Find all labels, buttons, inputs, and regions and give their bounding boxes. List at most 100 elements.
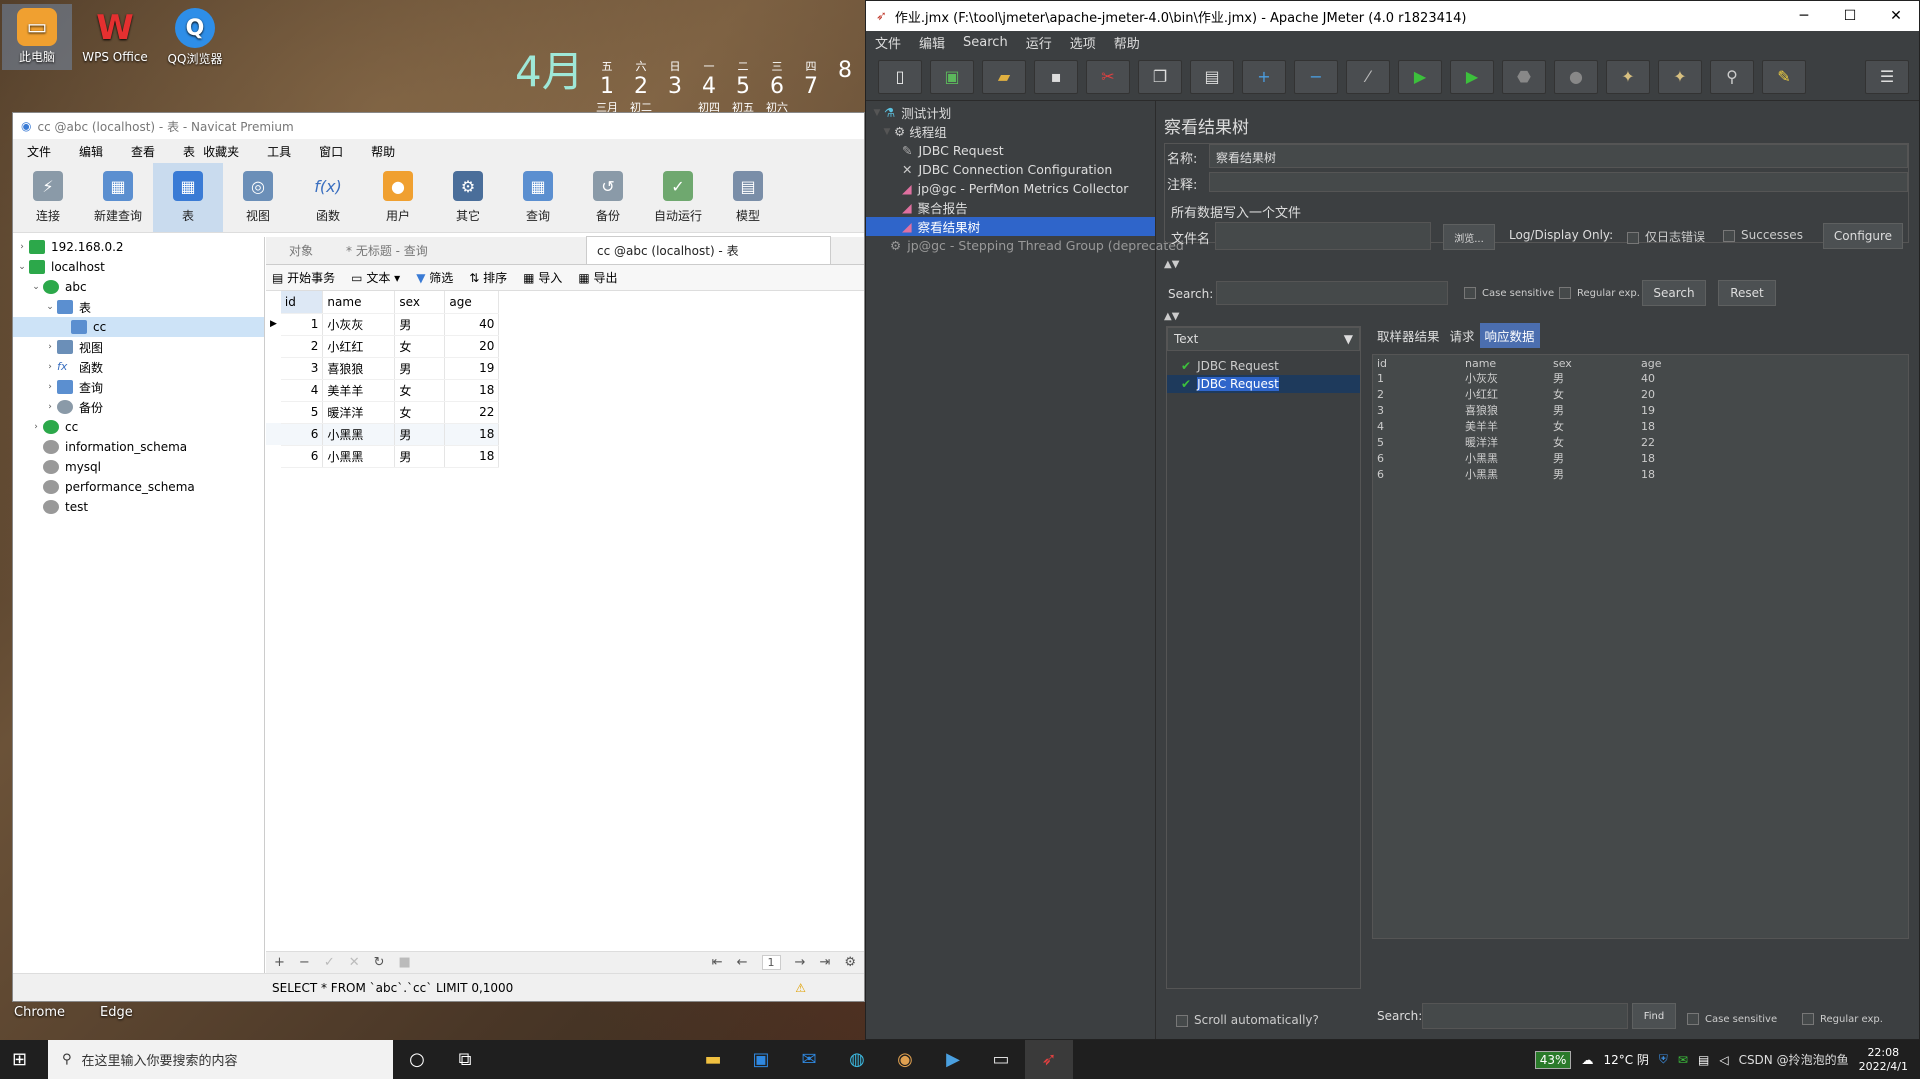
table-row[interactable]: 3 喜狼狼男 19 xyxy=(266,357,500,380)
new-query-button[interactable]: ▦ 新建查询 xyxy=(83,163,153,232)
stop-icon[interactable]: ⬣ xyxy=(1502,59,1546,94)
table-row[interactable]: 6 小黑黑男 18 xyxy=(266,445,500,468)
split-arrows-icon[interactable]: ▲▼ xyxy=(1164,311,1179,322)
start-icon[interactable]: ▶ xyxy=(1398,59,1442,94)
store-icon[interactable]: ▣ xyxy=(737,1040,785,1079)
comment-field[interactable] xyxy=(1209,172,1908,192)
tab-table-cc[interactable]: cc @abc (localhost) - 表 xyxy=(586,236,831,264)
search-field[interactable] xyxy=(1216,281,1448,305)
clear-icon[interactable]: ✦ xyxy=(1606,59,1650,94)
warning-icon[interactable]: ⚠ xyxy=(795,981,806,995)
templates-icon[interactable]: ▣ xyxy=(930,59,974,94)
add-record-icon[interactable]: + xyxy=(274,955,285,970)
response-data-text[interactable]: id name sex age 1 小灰灰男 40 2 小红红女 20 3 喜狼狼男 19 4 美羊… xyxy=(1372,354,1909,939)
delete-record-icon[interactable]: − xyxy=(299,955,310,970)
find-button[interactable]: Find xyxy=(1632,1003,1676,1029)
tree-item-stepping-thread-group[interactable]: ⚙ jp@gc - Stepping Thread Group (deprecat… xyxy=(866,236,1184,255)
task-view-icon[interactable]: ⧉ xyxy=(441,1040,489,1079)
tree-item-database[interactable]: › cc xyxy=(13,417,264,437)
regex-checkbox[interactable]: Regular exp. xyxy=(1559,287,1640,299)
mail-icon[interactable]: ✉ xyxy=(785,1040,833,1079)
tree-item-aggregate-report[interactable]: ◢ 聚合报告 xyxy=(866,198,1155,217)
views-button[interactable]: ◎ 视图 xyxy=(223,163,293,232)
tree-item-connection[interactable]: ⌄ localhost xyxy=(13,257,264,277)
tree-item-queries[interactable]: › 查询 xyxy=(13,377,264,397)
configure-button[interactable]: Configure xyxy=(1823,223,1903,249)
tree-item-database[interactable]: performance_schema xyxy=(13,477,264,497)
tree-item-database[interactable]: mysql xyxy=(13,457,264,477)
sample-item-selected[interactable]: ✔ JDBC Request xyxy=(1167,375,1360,393)
tree-item-view-results-tree[interactable]: ◢ 察看结果树 xyxy=(866,217,1155,236)
text-button[interactable]: ▭ 文本 ▾ xyxy=(351,269,400,286)
collapse-icon[interactable]: − xyxy=(1294,59,1338,94)
menu-help[interactable]: 帮助 xyxy=(357,143,409,160)
import-button[interactable]: ▦ 导入 xyxy=(523,269,562,286)
refresh-icon[interactable]: ↻ xyxy=(374,955,385,970)
toggle-icon[interactable]: ⁄ xyxy=(1346,59,1390,94)
menu-table[interactable]: 表 xyxy=(169,143,199,160)
maximize-icon[interactable]: ☐ xyxy=(1827,8,1873,24)
tab-objects[interactable]: 对象 xyxy=(266,237,336,264)
paste-icon[interactable]: ▤ xyxy=(1190,59,1234,94)
queries-button[interactable]: ▦ 查询 xyxy=(503,163,573,232)
wechat-icon[interactable]: ✉ xyxy=(1678,1053,1688,1067)
save-icon[interactable]: ▪ xyxy=(1034,59,1078,94)
tab-untitled-query[interactable]: * 无标题 - 查询 xyxy=(336,237,586,264)
wps-office-icon[interactable]: W WPS Office xyxy=(80,8,150,64)
jmeter-task-icon[interactable]: ➶ xyxy=(1025,1040,1073,1079)
cortana-icon[interactable]: ○ xyxy=(393,1040,441,1079)
clock[interactable]: 22:08 2022/4/1 xyxy=(1859,1046,1908,1074)
tree-item-connection[interactable]: › 192.168.0.2 xyxy=(13,237,264,257)
name-field[interactable]: 察看结果树 xyxy=(1209,144,1908,168)
bottom-case-checkbox[interactable]: Case sensitive xyxy=(1687,1013,1777,1025)
apply-icon[interactable]: ✓ xyxy=(324,955,335,970)
scroll-auto-checkbox[interactable]: Scroll automatically? xyxy=(1176,1013,1319,1027)
network-icon[interactable]: ▤ xyxy=(1698,1053,1709,1067)
qq-browser-icon[interactable]: Q QQ浏览器 xyxy=(160,8,230,67)
ide-icon[interactable]: ▶ xyxy=(929,1040,977,1079)
table-row[interactable]: 5 暖洋洋女 22 xyxy=(266,401,500,424)
bottom-regex-checkbox[interactable]: Regular exp. xyxy=(1802,1013,1883,1025)
menu-help[interactable]: 帮助 xyxy=(1105,33,1149,52)
chrome-desktop-label[interactable]: Chrome xyxy=(14,1005,65,1020)
next-page-icon[interactable]: → xyxy=(795,955,806,970)
tables-button[interactable]: ▦ 表 xyxy=(153,163,223,232)
filename-field[interactable] xyxy=(1215,222,1431,250)
menu-window[interactable]: 窗口 xyxy=(305,143,357,160)
tree-item-functions[interactable]: › fx 函数 xyxy=(13,357,264,377)
split-arrows-icon[interactable]: ▲▼ xyxy=(1164,259,1179,270)
menu-options[interactable]: 选项 xyxy=(1061,33,1105,52)
prev-page-icon[interactable]: ← xyxy=(737,955,748,970)
tree-item-backups[interactable]: › 备份 xyxy=(13,397,264,417)
shield-icon[interactable]: ⛨ xyxy=(1659,1052,1668,1067)
browse-button[interactable]: 浏览... xyxy=(1443,224,1495,250)
terminal-icon[interactable]: ▭ xyxy=(977,1040,1025,1079)
copy-icon[interactable]: ❐ xyxy=(1138,59,1182,94)
tree-item-tables[interactable]: ⌄ 表 xyxy=(13,297,264,317)
case-sensitive-checkbox[interactable]: Case sensitive xyxy=(1464,287,1554,299)
windows-start-icon[interactable]: ⊞ xyxy=(12,1049,27,1070)
sample-item[interactable]: ✔ JDBC Request xyxy=(1167,357,1360,375)
table-row[interactable]: 6 小黑黑男 18 xyxy=(266,423,500,446)
tree-item-jdbc-request[interactable]: ✎ JDBC Request xyxy=(866,141,1155,160)
model-button[interactable]: ▤ 模型 xyxy=(713,163,783,232)
sort-button[interactable]: ⇅ 排序 xyxy=(469,269,507,286)
menu-favorites[interactable]: 收藏夹 xyxy=(199,143,253,160)
others-button[interactable]: ⚙ 其它 xyxy=(433,163,503,232)
functions-button[interactable]: f(x) 函数 xyxy=(293,163,363,232)
function-helper-icon[interactable]: ☰ xyxy=(1865,59,1909,94)
automation-button[interactable]: ✓ 自动运行 xyxy=(643,163,713,232)
users-button[interactable]: ● 用户 xyxy=(363,163,433,232)
bottom-search-field[interactable] xyxy=(1422,1003,1628,1029)
new-icon[interactable]: ▯ xyxy=(878,59,922,94)
column-header[interactable]: name xyxy=(322,291,396,314)
minimize-icon[interactable]: ─ xyxy=(1781,8,1827,24)
column-header[interactable]: id xyxy=(280,291,324,314)
start-no-pause-icon[interactable]: ▶ xyxy=(1450,59,1494,94)
file-explorer-icon[interactable]: ▬ xyxy=(689,1040,737,1079)
tab-response-data[interactable]: 响应数据 xyxy=(1479,323,1540,348)
menu-search[interactable]: Search xyxy=(954,35,1017,50)
weather-text[interactable]: 12°C 阴 xyxy=(1603,1051,1648,1068)
table-row[interactable]: 4 美羊羊女 18 xyxy=(266,379,500,402)
navicat-title-bar[interactable]: ◉ cc @abc (localhost) - 表 - Navicat Prem… xyxy=(13,113,864,139)
